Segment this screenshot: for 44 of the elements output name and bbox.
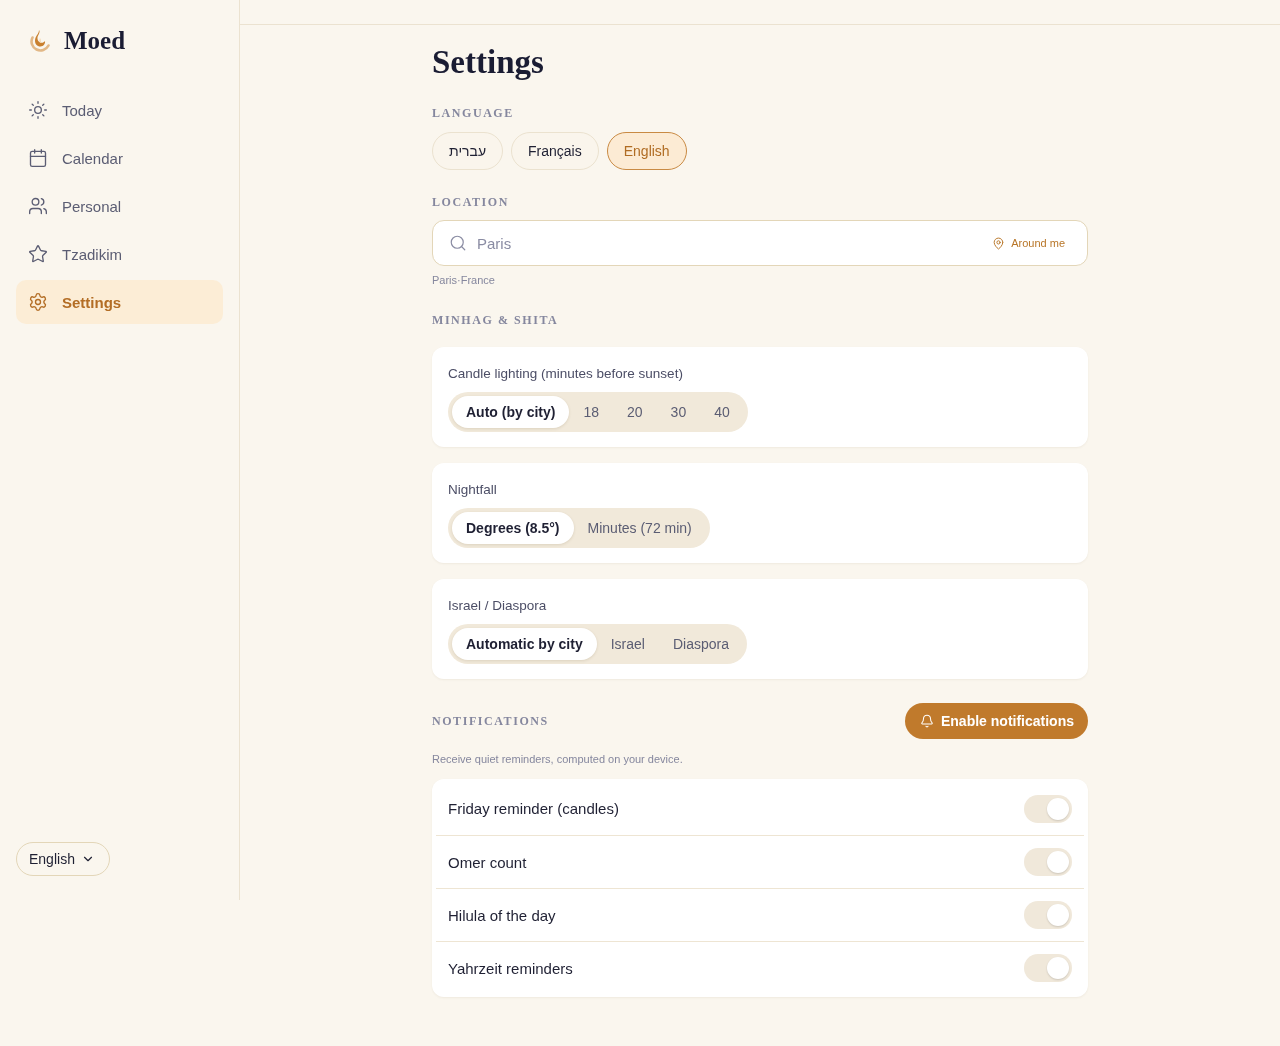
segment-option[interactable]: Degrees (8.5°)	[452, 512, 574, 544]
segment-option[interactable]: Auto (by city)	[452, 396, 570, 428]
section-label: NOTIFICATIONS	[432, 713, 549, 729]
map-pin-icon	[992, 236, 1006, 250]
segment-option[interactable]: 18	[569, 396, 614, 428]
calendar-icon	[28, 148, 48, 168]
segment-option[interactable]: Israel	[596, 628, 659, 660]
section-label: LANGUAGE	[432, 105, 515, 121]
setting-label: Israel / Diaspora	[448, 597, 547, 615]
language-option[interactable]: English	[606, 132, 687, 170]
around-me-button[interactable]: Around me	[992, 236, 1065, 250]
page-title: Settings	[432, 43, 545, 82]
enable-notifications-button[interactable]: Enable notifications	[905, 703, 1088, 739]
segment-option[interactable]: 30	[656, 396, 701, 428]
segment-option[interactable]: 40	[700, 396, 744, 428]
search-icon	[449, 234, 467, 252]
segment-option[interactable]: 20	[613, 396, 657, 428]
setting-label: Candle lighting (minutes before sunset)	[448, 365, 683, 383]
language-option[interactable]: עברית	[432, 132, 504, 170]
toggle-label: Hilula of the day	[448, 906, 556, 924]
nav-item[interactable]: Tzadikim	[16, 232, 223, 276]
segment-option[interactable]: Diaspora	[658, 628, 743, 660]
section-label: LOCATION	[432, 194, 510, 210]
section-label: MINHAG & SHITA	[432, 312, 560, 328]
settings-icon	[28, 292, 48, 312]
segment-option[interactable]: Automatic by city	[452, 628, 597, 660]
notifications-description: Receive quiet reminders, computed on your device.	[432, 752, 684, 766]
search-field[interactable]: Paris Around me	[432, 220, 1088, 266]
nav-item[interactable]: Personal	[16, 184, 223, 228]
toggle-label: Friday reminder (candles)	[448, 800, 619, 817]
people-icon	[28, 196, 48, 216]
nav-item[interactable]: Settings	[16, 280, 223, 324]
language-option[interactable]: Français	[511, 132, 599, 170]
segment-option[interactable]: Minutes (72 min)	[573, 512, 706, 544]
bell-icon	[920, 714, 934, 728]
nav-item[interactable]: Calendar	[16, 136, 223, 180]
star-icon	[28, 244, 48, 264]
nav-item[interactable]: Today	[16, 88, 223, 132]
sun-icon	[28, 100, 48, 120]
toggle-label: Omer count	[448, 853, 527, 871]
brand-name: Moed	[64, 27, 126, 53]
setting-label: Nightfall	[448, 481, 497, 499]
toggle-label: Yahrzeit reminders	[448, 959, 573, 977]
location-caption: Paris·France	[432, 273, 496, 287]
